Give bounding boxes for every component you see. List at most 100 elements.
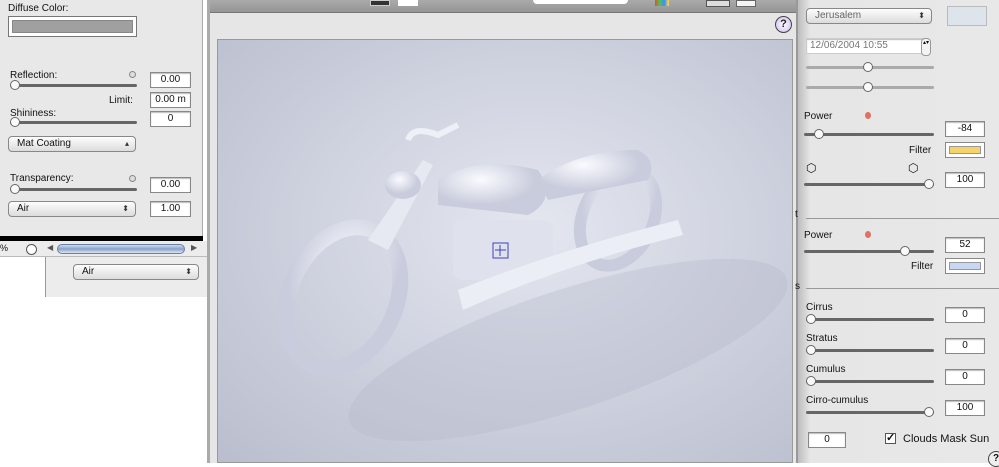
soft-shadow-cube-icon: ⬡ (908, 161, 919, 175)
transparency-reset-icon[interactable] (129, 175, 136, 182)
sky-power-label: Power (804, 230, 833, 241)
slider-knob[interactable] (10, 117, 20, 127)
shininess-field[interactable]: 0 (150, 111, 191, 127)
limit-field[interactable]: 0.00 m (150, 92, 191, 108)
view-toggle-icon[interactable] (706, 0, 730, 7)
clouds-mask-sun-label: Clouds Mask Sun (903, 433, 990, 445)
cloud-value-field[interactable]: 0 (945, 369, 985, 385)
scroll-right-icon[interactable]: ▶ (191, 243, 197, 252)
help-button[interactable]: ? (775, 16, 792, 33)
divider (806, 288, 999, 289)
clouds-mask-sun-checkbox[interactable]: ✓ (885, 433, 896, 444)
slider-knob[interactable] (806, 376, 816, 386)
horizontal-scrollbar[interactable] (57, 244, 185, 254)
scroll-left-icon[interactable]: ◀ (47, 243, 53, 252)
bottom-medium-value: Air (82, 266, 95, 277)
reflection-slider[interactable] (10, 80, 137, 90)
medium-select-value: Air (17, 203, 30, 214)
reflection-reset-icon[interactable] (129, 71, 136, 78)
datetime-stepper[interactable]: ▴▾ (921, 38, 931, 56)
diffuse-color-well[interactable] (8, 16, 137, 37)
sun-filter-label: Filter (909, 145, 932, 156)
lower-panel: Air ⬍ (45, 257, 210, 297)
updown-arrows-icon: ⬍ (122, 204, 129, 213)
world-map-icon[interactable] (947, 6, 987, 26)
cloud-label: Cumulus (806, 364, 846, 375)
slider-knob[interactable] (806, 345, 816, 355)
cloud-slider[interactable] (806, 407, 934, 417)
sky-filter-label: Filter (911, 261, 934, 272)
location-value: Jerusalem (815, 10, 862, 21)
coating-select[interactable]: Mat Coating ▴ (8, 136, 136, 152)
material-panel: Diffuse Color: Reflection: 0.00 Limit: 0… (0, 0, 203, 237)
sun-power-field[interactable]: -84 (945, 121, 985, 137)
shadow-slider[interactable] (804, 179, 934, 189)
slider-knob[interactable] (806, 314, 816, 324)
sky-filter-color-well[interactable] (945, 258, 985, 274)
diffuse-color-label: Diffuse Color: (8, 3, 69, 14)
slider-knob[interactable] (900, 246, 910, 256)
shininess-slider[interactable] (10, 117, 137, 127)
updown-arrows-icon: ▴ (124, 139, 129, 148)
sun-power-slider[interactable] (804, 129, 934, 139)
window-icon[interactable] (736, 0, 756, 7)
datetime-field[interactable]: 12/06/2004 10:55 (806, 38, 926, 54)
divider (806, 218, 999, 219)
reflection-label: Reflection: (10, 70, 58, 81)
transparency-label: Transparency: (10, 173, 74, 184)
environment-panel: Jerusalem ⬍ 12/06/2004 10:55 ▴▾ Power -84… (795, 0, 999, 467)
clouds-extra-field[interactable]: 0 (808, 432, 846, 448)
cloud-slider[interactable] (806, 376, 934, 386)
search-field[interactable] (533, 0, 628, 4)
shadow-field[interactable]: 100 (945, 172, 985, 188)
zoom-suffix: % (0, 243, 9, 253)
sky-section-letter: t (795, 209, 798, 220)
slider-knob[interactable] (924, 407, 934, 417)
slider-knob[interactable] (863, 82, 873, 92)
limit-label: Limit: (109, 95, 133, 106)
sky-power-slider[interactable] (804, 246, 934, 256)
cloud-slider[interactable] (806, 345, 934, 355)
slider-knob[interactable] (10, 184, 20, 194)
color-button[interactable] (370, 0, 390, 6)
sky-power-reset-icon[interactable] (865, 231, 871, 238)
time-slider[interactable] (806, 62, 934, 72)
sun-power-label: Power (804, 111, 833, 122)
transparency-slider[interactable] (10, 184, 137, 194)
render-viewport[interactable] (217, 39, 793, 463)
cloud-value-field[interactable]: 100 (945, 400, 985, 416)
shadow-cube-icon: ⬡ (806, 161, 817, 175)
coating-select-value: Mat Coating (17, 138, 71, 149)
sky-power-field[interactable]: 52 (945, 237, 985, 253)
slider-knob[interactable] (924, 179, 934, 189)
reflection-field[interactable]: 0.00 (150, 72, 191, 88)
motorcycle-model (277, 122, 788, 442)
clock-icon[interactable] (26, 244, 37, 255)
cloud-value-field[interactable]: 0 (945, 338, 985, 354)
cloud-label: Cirrus (806, 302, 833, 313)
cloud-value-field[interactable]: 0 (945, 307, 985, 323)
date-slider[interactable] (806, 82, 934, 92)
slider-knob[interactable] (10, 80, 20, 90)
transparency-field[interactable]: 0.00 (150, 177, 191, 193)
swatch-button[interactable] (398, 0, 418, 6)
slider-knob[interactable] (863, 62, 873, 72)
ior-field[interactable]: 1.00 (150, 201, 191, 217)
palette-icon[interactable] (655, 0, 669, 6)
sun-filter-color-well[interactable] (945, 142, 985, 158)
bottom-medium-select[interactable]: Air ⬍ (73, 264, 199, 280)
updown-arrows-icon: ⬍ (185, 267, 192, 276)
medium-select[interactable]: Air ⬍ (8, 201, 136, 217)
slider-knob[interactable] (814, 129, 824, 139)
clouds-section-letter: s (795, 281, 800, 292)
updown-arrows-icon: ⬍ (918, 11, 925, 20)
cloud-label: Stratus (806, 333, 838, 344)
cloud-slider[interactable] (806, 314, 934, 324)
location-select[interactable]: Jerusalem ⬍ (806, 8, 932, 24)
status-bar: % ◀ ▶ (0, 241, 210, 257)
render-window: ? (207, 0, 798, 463)
sun-power-reset-icon[interactable] (865, 112, 871, 119)
cloud-label: Cirro-cumulus (806, 395, 869, 406)
help-button[interactable]: ? (988, 451, 999, 467)
toolbar (210, 0, 796, 13)
